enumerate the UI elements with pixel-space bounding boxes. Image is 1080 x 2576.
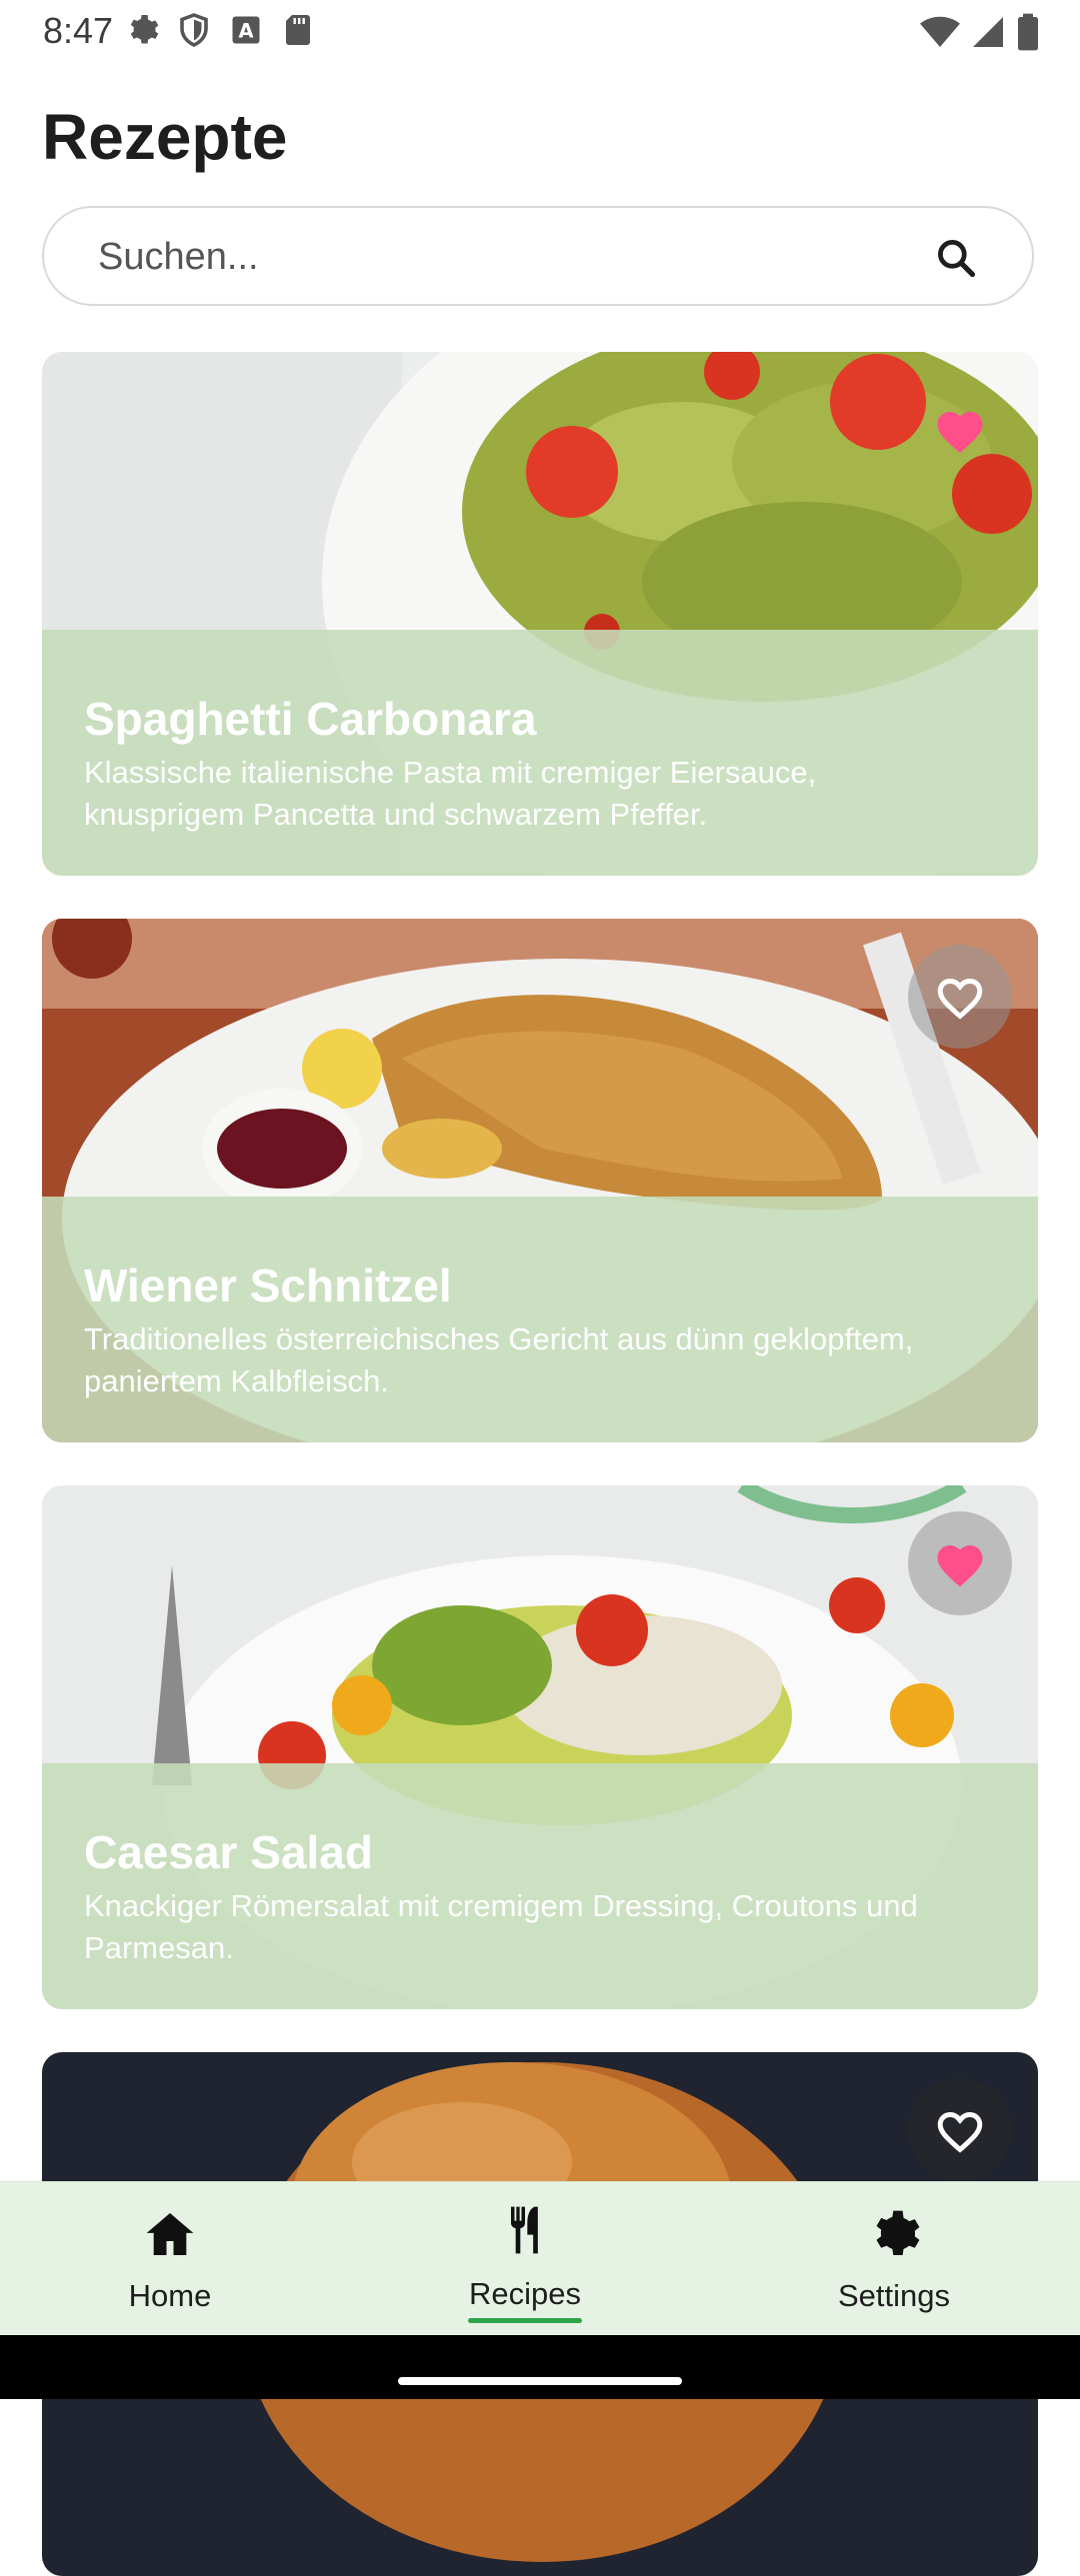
settings-icon	[130, 15, 159, 44]
nav-item-recipes[interactable]: Recipes	[395, 2182, 655, 2336]
heart-outline-icon	[937, 978, 983, 1020]
home-icon	[146, 2213, 194, 2255]
status-icons-left: A	[124, 12, 316, 48]
search-bar[interactable]	[42, 206, 1034, 306]
heart-outline-icon	[937, 2111, 983, 2153]
sd-card-icon	[286, 15, 310, 45]
nav-item-home[interactable]: Home	[40, 2182, 300, 2336]
text-a-icon: A	[232, 16, 260, 44]
recipe-description: Klassische italienische Pasta mit cremig…	[84, 755, 817, 832]
nav-label-recipes: Recipes	[469, 2276, 581, 2311]
wifi-icon	[920, 16, 960, 47]
favorite-button[interactable]	[908, 945, 1012, 1049]
signal-icon	[973, 17, 1003, 47]
search-input[interactable]	[96, 230, 920, 284]
recipe-description: Knackiger Römersalat mit cremigem Dressi…	[84, 1888, 918, 1965]
svg-text:A: A	[238, 20, 253, 43]
shield-icon	[180, 13, 208, 47]
nav-label-settings: Settings	[837, 2278, 950, 2313]
gear-icon	[876, 2210, 920, 2255]
active-tab-indicator	[468, 2318, 582, 2323]
home-gesture-handle[interactable]	[398, 2377, 682, 2385]
nav-item-settings[interactable]: Settings	[764, 2182, 1024, 2336]
favorite-button[interactable]	[908, 1511, 1012, 1615]
fork-knife-icon	[510, 2206, 538, 2254]
recipe-title: Spaghetti Carbonara	[84, 693, 537, 745]
recipe-title: Wiener Schnitzel	[84, 1260, 452, 1311]
recipe-title: Caesar Salad	[84, 1826, 373, 1878]
search-icon[interactable]	[934, 236, 978, 280]
system-navigation-bar	[0, 2335, 1080, 2399]
recipe-description: Traditionelles österreichisches Gericht …	[84, 1321, 914, 1398]
recipe-card[interactable]: Spaghetti Carbonara Klassische italienis…	[42, 352, 1038, 876]
favorite-button[interactable]	[908, 378, 1012, 482]
page-title: Rezepte	[42, 101, 288, 173]
nav-label-home: Home	[128, 2278, 212, 2313]
bottom-navigation: Home Recipes Settings	[0, 2181, 1080, 2336]
status-icons-right	[920, 12, 1040, 52]
heart-filled-icon	[937, 412, 983, 454]
favorite-button[interactable]	[908, 2078, 1012, 2182]
status-bar: 8:47 A	[0, 0, 1080, 66]
heart-filled-icon	[937, 1545, 983, 1587]
status-time: 8:47	[43, 10, 114, 51]
battery-icon	[1018, 13, 1038, 51]
recipe-card[interactable]: Caesar Salad Knackiger Römersalat mit cr…	[42, 1485, 1038, 2009]
recipe-card[interactable]: Wiener Schnitzel Traditionelles österrei…	[42, 919, 1038, 1442]
